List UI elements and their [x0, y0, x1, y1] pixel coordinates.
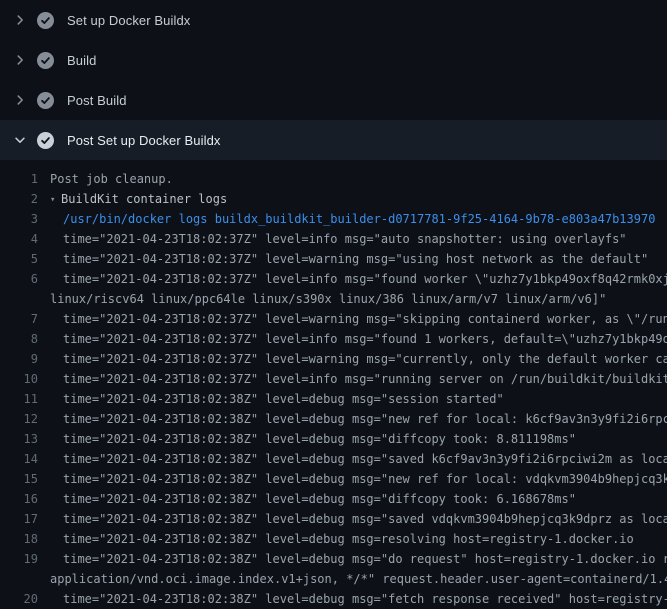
log-row: 7 time="2021-04-23T18:02:37Z" level=warni…	[0, 309, 667, 329]
step-header-build[interactable]: Build	[0, 40, 667, 80]
log-row: 18 time="2021-04-23T18:02:38Z" level=debu…	[0, 529, 667, 549]
log-row: 10 time="2021-04-23T18:02:37Z" level=info…	[0, 369, 667, 389]
check-circle-icon	[37, 52, 54, 69]
line-number[interactable]: 16	[0, 489, 38, 509]
line-number	[0, 289, 38, 309]
check-circle-icon	[37, 92, 54, 109]
command-text: /usr/bin/docker logs buildx_buildkit_bui…	[63, 209, 655, 229]
line-number[interactable]: 18	[0, 529, 38, 549]
log-text: time="2021-04-23T18:02:38Z" level=debug …	[63, 489, 576, 509]
chevron-right-icon	[12, 92, 28, 108]
log-text: time="2021-04-23T18:02:38Z" level=debug …	[63, 589, 667, 609]
line-number[interactable]: 7	[0, 309, 38, 329]
line-number	[0, 569, 38, 589]
step-label: Set up Docker Buildx	[67, 13, 190, 28]
log-text: time="2021-04-23T18:02:37Z" level=warnin…	[63, 249, 648, 269]
log-row: 8 time="2021-04-23T18:02:37Z" level=info …	[0, 329, 667, 349]
log-text: time="2021-04-23T18:02:38Z" level=debug …	[63, 529, 634, 549]
log-text: time="2021-04-23T18:02:38Z" level=debug …	[63, 409, 667, 429]
log-text: time="2021-04-23T18:02:38Z" level=debug …	[63, 549, 667, 569]
log-row-continuation: linux/riscv64 linux/ppc64le linux/s390x …	[0, 289, 667, 309]
log-text: linux/riscv64 linux/ppc64le linux/s390x …	[50, 289, 606, 309]
log-row: 3/usr/bin/docker logs buildx_buildkit_bu…	[0, 209, 667, 229]
log-row: 5 time="2021-04-23T18:02:37Z" level=warni…	[0, 249, 667, 269]
check-circle-icon	[37, 12, 54, 29]
log-text: Post job cleanup.	[50, 169, 173, 189]
log-row: 9 time="2021-04-23T18:02:37Z" level=warni…	[0, 349, 667, 369]
log-text: time="2021-04-23T18:02:37Z" level=info m…	[63, 329, 667, 349]
log-text: application/vnd.oci.image.index.v1+json,…	[50, 569, 667, 589]
log-text: time="2021-04-23T18:02:38Z" level=debug …	[63, 509, 667, 529]
log-row: 17 time="2021-04-23T18:02:38Z" level=debu…	[0, 509, 667, 529]
log-text: time="2021-04-23T18:02:38Z" level=debug …	[63, 449, 667, 469]
step-label: Post Build	[67, 93, 127, 108]
line-number[interactable]: 2	[0, 189, 38, 209]
log-row: 4 time="2021-04-23T18:02:37Z" level=info …	[0, 229, 667, 249]
log-row: 15 time="2021-04-23T18:02:38Z" level=debu…	[0, 469, 667, 489]
line-number[interactable]: 11	[0, 389, 38, 409]
check-circle-icon	[37, 132, 54, 149]
step-label: Post Set up Docker Buildx	[67, 133, 221, 148]
line-number[interactable]: 10	[0, 369, 38, 389]
log-row: 19 time="2021-04-23T18:02:38Z" level=debu…	[0, 549, 667, 569]
log-row: 6 time="2021-04-23T18:02:37Z" level=info …	[0, 269, 667, 289]
log-group-toggle[interactable]: ▾BuildKit container logs	[50, 189, 227, 209]
step-header-post-build[interactable]: Post Build	[0, 80, 667, 120]
line-number[interactable]: 14	[0, 449, 38, 469]
log-row-continuation: application/vnd.oci.image.index.v1+json,…	[0, 569, 667, 589]
chevron-right-icon	[12, 12, 28, 28]
line-number[interactable]: 9	[0, 349, 38, 369]
log-text: time="2021-04-23T18:02:37Z" level=info m…	[63, 369, 667, 389]
line-number[interactable]: 13	[0, 429, 38, 449]
log-text: time="2021-04-23T18:02:37Z" level=warnin…	[63, 349, 667, 369]
line-number[interactable]: 3	[0, 209, 38, 229]
line-number[interactable]: 17	[0, 509, 38, 529]
log-row: 13 time="2021-04-23T18:02:38Z" level=debu…	[0, 429, 667, 449]
step-header-set-up-docker-buildx[interactable]: Set up Docker Buildx	[0, 0, 667, 40]
chevron-right-icon	[12, 52, 28, 68]
line-number[interactable]: 6	[0, 269, 38, 289]
log-text: time="2021-04-23T18:02:38Z" level=debug …	[63, 429, 576, 449]
log-row: 20 time="2021-04-23T18:02:38Z" level=debu…	[0, 589, 667, 609]
log-row: 2 ▾BuildKit container logs	[0, 189, 667, 209]
log-row: 16 time="2021-04-23T18:02:38Z" level=debu…	[0, 489, 667, 509]
line-number[interactable]: 20	[0, 589, 38, 609]
group-toggle-arrow-icon: ▾	[50, 190, 61, 209]
group-label: BuildKit container logs	[61, 192, 227, 206]
line-number[interactable]: 5	[0, 249, 38, 269]
log-text: time="2021-04-23T18:02:37Z" level=warnin…	[63, 309, 667, 329]
line-number[interactable]: 1	[0, 169, 38, 189]
line-number[interactable]: 8	[0, 329, 38, 349]
log-row: 14 time="2021-04-23T18:02:38Z" level=debu…	[0, 449, 667, 469]
log-text: time="2021-04-23T18:02:38Z" level=debug …	[63, 469, 667, 489]
log-row: 11 time="2021-04-23T18:02:38Z" level=debu…	[0, 389, 667, 409]
line-number[interactable]: 4	[0, 229, 38, 249]
log-text: time="2021-04-23T18:02:37Z" level=info m…	[63, 229, 627, 249]
step-label: Build	[67, 53, 96, 68]
step-header-post-set-up-docker-buildx[interactable]: Post Set up Docker Buildx	[0, 120, 667, 160]
steps-panel: Set up Docker Buildx Build Post Build Po…	[0, 0, 667, 609]
log-row: 1 Post job cleanup.	[0, 169, 667, 189]
log-row: 12 time="2021-04-23T18:02:38Z" level=debu…	[0, 409, 667, 429]
log-text: time="2021-04-23T18:02:37Z" level=info m…	[63, 269, 667, 289]
log-text: time="2021-04-23T18:02:38Z" level=debug …	[63, 389, 504, 409]
line-number[interactable]: 12	[0, 409, 38, 429]
line-number[interactable]: 15	[0, 469, 38, 489]
log-lines: 1 Post job cleanup. 2 ▾BuildKit container l…	[0, 160, 667, 609]
chevron-down-icon	[12, 132, 28, 148]
line-number[interactable]: 19	[0, 549, 38, 569]
